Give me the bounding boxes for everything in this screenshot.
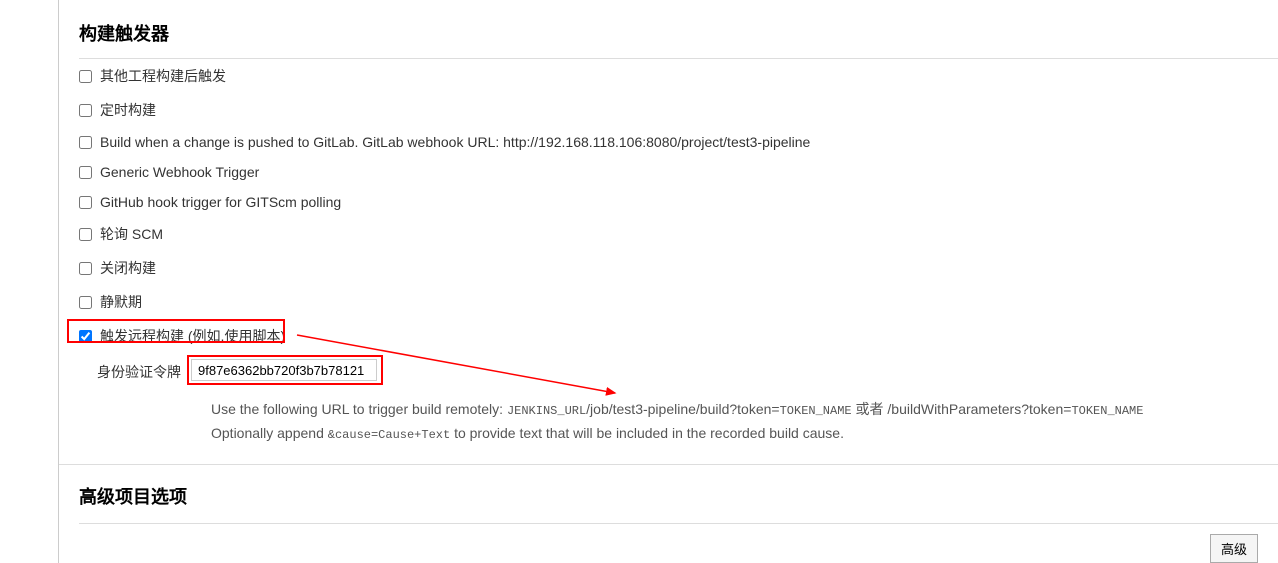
section-title-build-triggers: 构建触发器 [59,0,1278,58]
label-cron[interactable]: 定时构建 [100,100,156,120]
trigger-row-poll-scm: 轮询 SCM [59,217,1278,251]
trigger-row-disable-build: 关闭构建 [59,251,1278,285]
section-title-advanced: 高级项目选项 [59,464,1278,523]
checkbox-generic-webhook[interactable] [79,166,92,179]
label-remote-trigger[interactable]: 触发远程构建 (例如,使用脚本) [100,326,285,346]
trigger-row-cron: 定时构建 [59,93,1278,127]
trigger-row-gitlab: Build when a change is pushed to GitLab.… [59,127,1278,157]
checkbox-remote-trigger[interactable] [79,330,92,343]
checkbox-disable-build[interactable] [79,262,92,275]
label-generic-webhook[interactable]: Generic Webhook Trigger [100,164,259,180]
checkbox-gitlab[interactable] [79,136,92,149]
token-help: Use the following URL to trigger build r… [59,388,1278,446]
trigger-row-github: GitHub hook trigger for GITScm polling [59,187,1278,217]
checkbox-build-after[interactable] [79,70,92,83]
checkbox-quiet-period[interactable] [79,296,92,309]
checkbox-cron[interactable] [79,104,92,117]
checkbox-github[interactable] [79,196,92,209]
label-disable-build[interactable]: 关闭构建 [100,258,156,278]
token-section: 身份验证令牌 [59,353,1278,388]
label-github[interactable]: GitHub hook trigger for GITScm polling [100,194,341,210]
trigger-row-build-after: 其他工程构建后触发 [59,59,1278,93]
trigger-row-quiet-period: 静默期 [59,285,1278,319]
checkbox-poll-scm[interactable] [79,228,92,241]
label-build-after[interactable]: 其他工程构建后触发 [100,66,226,86]
trigger-row-remote: 触发远程构建 (例如,使用脚本) [59,319,1278,353]
token-label: 身份验证令牌 [79,359,191,382]
label-gitlab[interactable]: Build when a change is pushed to GitLab.… [100,134,810,150]
advanced-button[interactable]: 高级 [1210,534,1258,563]
token-help-line1: Use the following URL to trigger build r… [211,398,1278,422]
trigger-row-generic-webhook: Generic Webhook Trigger [59,157,1278,187]
token-help-line2: Optionally append &cause=Cause+Text to p… [211,422,1278,446]
label-quiet-period[interactable]: 静默期 [100,292,142,312]
label-poll-scm[interactable]: 轮询 SCM [100,224,163,244]
token-input[interactable] [191,359,377,381]
